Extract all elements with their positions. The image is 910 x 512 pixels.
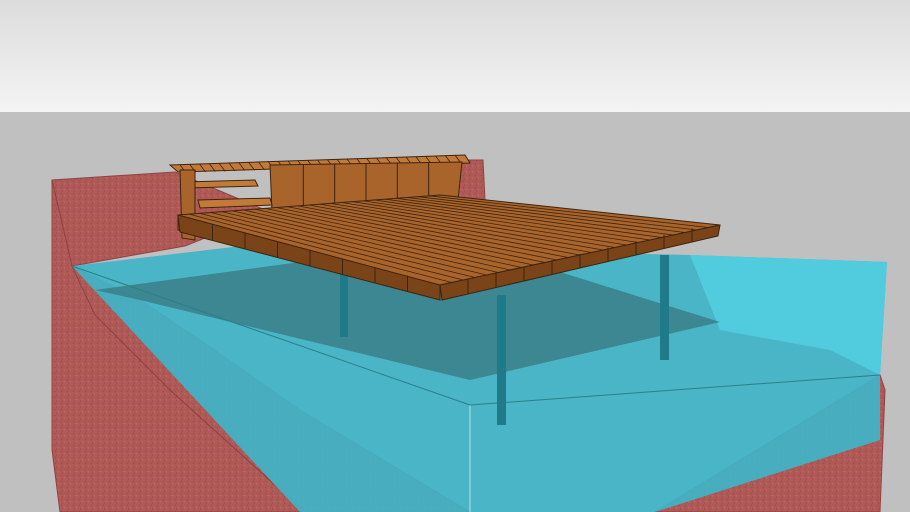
post-center <box>497 295 506 425</box>
scene-viewport <box>0 0 910 512</box>
sky <box>0 0 910 112</box>
deck-scene <box>0 0 910 512</box>
post-right <box>660 255 669 360</box>
